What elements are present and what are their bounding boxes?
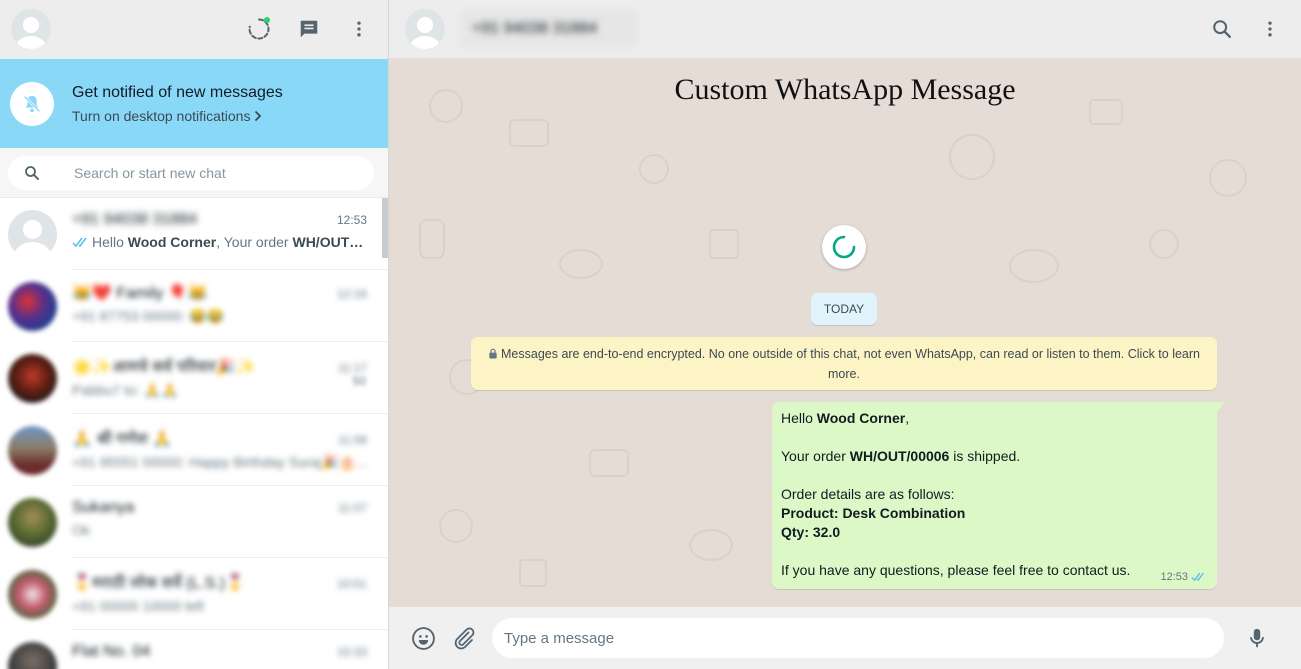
chat-time: 12:16 xyxy=(336,287,367,301)
chat-time: 11:07 xyxy=(337,501,367,515)
encryption-text: Messages are end-to-end encrypted. No on… xyxy=(501,347,1200,381)
attach-button[interactable] xyxy=(451,625,477,651)
voice-message-button[interactable] xyxy=(1244,625,1270,651)
search-icon xyxy=(1213,20,1231,38)
encryption-notice[interactable]: Messages are end-to-end encrypted. No on… xyxy=(471,337,1217,390)
chat-item[interactable]: Sukanya 11:07 Ok xyxy=(0,486,388,558)
notification-title: Get notified of new messages xyxy=(72,83,283,101)
chat-item[interactable]: 😹❤️ Family 🎈😹 12:16 +91 87753 00000: 😂😂 xyxy=(0,270,388,342)
contact-avatar[interactable] xyxy=(405,9,445,49)
chat-time: 10:33 xyxy=(336,645,367,659)
customer-name: Wood Corner xyxy=(816,410,906,426)
spinner-icon xyxy=(832,235,856,259)
order-reference: WH/OUT/00006 xyxy=(849,448,950,464)
chat-preview: +91 95551 00000: Happy Birthday Suraj🎉🎂.… xyxy=(72,454,367,470)
menu-icon xyxy=(357,21,361,37)
chat-name: 🙏 श्री गणेश 🙏 xyxy=(72,431,173,448)
chat-item[interactable]: Flat No. 04 10:33 xyxy=(0,630,388,669)
message-closing-line: If you have any questions, please feel f… xyxy=(781,562,1131,578)
custom-message-title: Custom WhatsApp Message xyxy=(674,73,1016,106)
chat-name: 🎖️मराठी लोक सर्वे (L.S.)🎖️ xyxy=(72,575,245,592)
menu-icon xyxy=(1268,21,1272,37)
date-chip: TODAY xyxy=(811,293,877,325)
search-messages-button[interactable] xyxy=(1209,16,1235,42)
contact-name[interactable]: +91 94038 31884 xyxy=(460,10,638,48)
chat-item[interactable]: 🙏 श्री गणेश 🙏 11:08 +91 95551 00000: Happ… xyxy=(0,414,388,486)
message-input[interactable] xyxy=(492,618,1224,658)
chat-preview: Ok xyxy=(72,522,90,538)
chat-time: 11:17 xyxy=(337,361,367,375)
sidebar-header xyxy=(0,0,388,59)
bell-off-icon xyxy=(23,95,41,112)
chat-preview: +91 87753 00000: 😂😂 xyxy=(72,308,225,324)
chat-time: 10:51 xyxy=(336,577,367,591)
message-product-line: Product: Desk Combination xyxy=(781,505,966,521)
chat-avatar xyxy=(8,641,57,669)
chat-avatar xyxy=(8,569,57,619)
conversation-header: +91 94038 31884 xyxy=(389,0,1301,59)
whatsapp-web-app: Get notified of new messages Turn on des… xyxy=(0,0,1301,669)
new-chat-icon xyxy=(300,20,318,38)
my-avatar[interactable] xyxy=(11,9,51,49)
chat-avatar xyxy=(8,209,57,259)
new-chat-button[interactable] xyxy=(296,16,322,42)
search-icon[interactable] xyxy=(23,164,41,182)
chat-item[interactable]: 🎖️मराठी लोक सर्वे (L.S.)🎖️ 10:51 +91 0000… xyxy=(0,558,388,630)
message-greeting-line: Hello Wood Corner, xyxy=(781,410,910,426)
status-dot xyxy=(264,17,270,23)
message-order-line: Your order WH/OUT/00006 is shipped. xyxy=(781,448,1021,464)
sidebar: Get notified of new messages Turn on des… xyxy=(0,0,389,669)
message-qty-line: Qty: 32.0 xyxy=(781,524,841,540)
message-time: 12:53 xyxy=(1160,571,1188,583)
chat-avatar xyxy=(8,353,57,403)
chat-name: +91 94038 31884 xyxy=(72,211,198,228)
chat-name: 😹❤️ Family 🎈😹 xyxy=(72,285,208,302)
mic-icon xyxy=(1250,628,1264,648)
conversation-menu-button[interactable] xyxy=(1257,16,1283,42)
unread-count: 50 xyxy=(352,374,366,388)
chat-avatar xyxy=(8,281,57,331)
chat-preview: Pabbu7 to: 🙏🙏 xyxy=(72,382,179,398)
notification-banner[interactable]: Get notified of new messages Turn on des… xyxy=(0,59,388,148)
chat-avatar xyxy=(8,497,57,547)
status-button[interactable] xyxy=(246,16,272,42)
chat-name: 🌟✨आमचे सर्व परिवार🎉✨ xyxy=(72,359,256,376)
search-box xyxy=(8,155,374,190)
double-check-icon xyxy=(72,237,87,247)
chat-preview: Hello Wood Corner, Your order WH/OUT/000… xyxy=(72,234,367,250)
message-details-intro: Order details are as follows: xyxy=(781,486,955,502)
attach-icon xyxy=(454,627,475,650)
chevron-right-icon xyxy=(255,110,262,121)
loading-spinner xyxy=(822,225,866,269)
chat-name: Flat No. 04 xyxy=(72,643,151,660)
notification-circle xyxy=(10,81,54,126)
emoji-icon xyxy=(411,626,435,650)
chat-avatar xyxy=(8,425,57,475)
emoji-button[interactable] xyxy=(410,625,436,651)
message-meta: 12:53 xyxy=(1160,571,1207,583)
double-check-icon xyxy=(1191,572,1204,582)
chat-list: +91 94038 31884 12:53 Hello Wood Corner,… xyxy=(0,198,388,669)
search-input[interactable] xyxy=(74,164,354,181)
chat-time: 12:53 xyxy=(336,213,367,227)
notification-subtitle: Turn on desktop notifications xyxy=(72,107,251,124)
lock-icon xyxy=(489,348,497,359)
outgoing-message[interactable]: Hello Wood Corner, Your order WH/OUT/000… xyxy=(772,402,1225,589)
enable-notifications-link[interactable]: Turn on desktop notifications xyxy=(72,108,283,124)
conversation-panel: +91 94038 31884 Custom WhatsApp Message … xyxy=(389,0,1301,669)
chat-name: Sukanya xyxy=(72,499,135,516)
message-composer xyxy=(389,607,1301,669)
chat-item[interactable]: 🌟✨आमचे सर्व परिवार🎉✨ 11:17 Pabbu7 to: 🙏🙏 … xyxy=(0,342,388,414)
sidebar-menu-button[interactable] xyxy=(346,16,372,42)
search-bar xyxy=(0,148,388,198)
chat-preview: +91 00000 10000 left xyxy=(72,598,204,614)
chat-list-scrollbar[interactable] xyxy=(382,198,388,258)
chat-time: 11:08 xyxy=(337,433,367,447)
chat-item[interactable]: +91 94038 31884 12:53 Hello Wood Corner,… xyxy=(0,198,388,270)
